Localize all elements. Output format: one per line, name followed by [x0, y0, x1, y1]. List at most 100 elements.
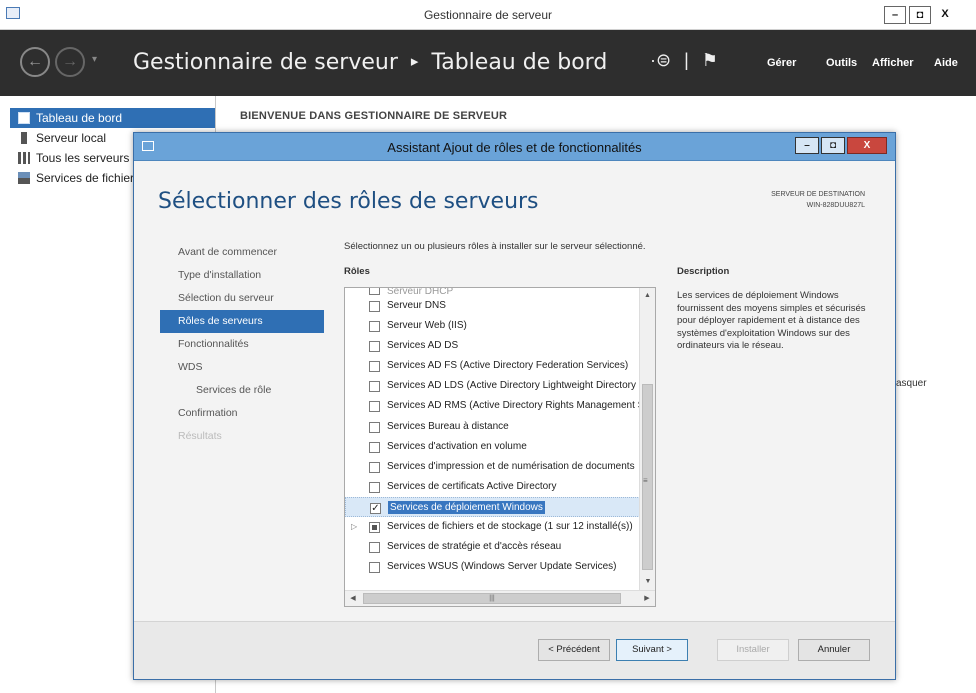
role-item[interactable]: Serveur DNS: [345, 296, 640, 316]
window-title: Gestionnaire de serveur: [423, 8, 553, 22]
wizard-heading: Sélectionner des rôles de serveurs: [158, 189, 539, 214]
role-label: Services AD DS: [387, 340, 459, 352]
role-checkbox[interactable]: [369, 288, 380, 295]
role-item[interactable]: Services de stratégie et d'accès réseau: [345, 537, 640, 557]
destination-server: SERVEUR DE DESTINATION WIN-828DUU827L: [771, 189, 865, 211]
scroll-grip-icon: ≡: [643, 476, 648, 485]
expand-arrow-icon[interactable]: ▷: [351, 517, 357, 537]
role-item[interactable]: Services AD RMS (Active Directory Rights…: [345, 396, 640, 416]
sidebar-item-dashboard[interactable]: Tableau de bord: [10, 108, 215, 128]
hide-link[interactable]: asquer: [896, 378, 927, 389]
wizard-title: Assistant Ajout de rôles et de fonctionn…: [387, 140, 642, 155]
role-checkbox-checked[interactable]: ✓: [370, 502, 381, 514]
step-wds[interactable]: WDS: [160, 356, 324, 379]
step-features[interactable]: Fonctionnalités: [160, 333, 324, 356]
role-item[interactable]: Services d'impression et de numérisation…: [345, 457, 640, 477]
scroll-left-arrow-icon[interactable]: ◀: [345, 591, 361, 607]
role-label: Serveur DNS: [387, 300, 446, 311]
destination-server-name: WIN-828DUU827L: [806, 202, 865, 209]
horizontal-scrollbar[interactable]: ◀ ||| ▶: [345, 590, 655, 606]
role-label: Services WSUS (Windows Server Update Ser…: [387, 561, 617, 573]
next-button[interactable]: Suivant >: [616, 639, 688, 661]
role-label: Services AD RMS (Active Directory Rights…: [387, 400, 640, 412]
menu-manage[interactable]: Gérer: [767, 57, 796, 69]
sidebar-item-label: Serveur local: [36, 131, 107, 145]
role-item[interactable]: Services d'activation en volume: [345, 437, 640, 457]
cancel-button[interactable]: Annuler: [798, 639, 870, 661]
sidebar-item-label: Services de fichiers: [36, 171, 141, 185]
description-text: Les services de déploiement Windows four…: [677, 290, 866, 351]
role-item[interactable]: Serveur Web (IIS): [345, 316, 640, 336]
welcome-title: BIENVENUE DANS GESTIONNAIRE DE SERVEUR: [240, 110, 508, 122]
minimize-button[interactable]: –: [884, 6, 906, 24]
wizard-maximize-button[interactable]: ◘: [821, 137, 845, 154]
role-checkbox[interactable]: [369, 461, 380, 473]
breadcrumb-root[interactable]: Gestionnaire de serveur: [133, 50, 398, 75]
role-item[interactable]: Services AD LDS (Active Directory Lightw…: [345, 376, 640, 396]
role-label: Services de fichiers et de stockage (1 s…: [387, 521, 633, 533]
role-label: Services d'activation en volume: [387, 440, 527, 452]
step-confirmation[interactable]: Confirmation: [160, 402, 324, 425]
maximize-button[interactable]: ◘: [909, 6, 931, 24]
role-checkbox-indeterminate[interactable]: [369, 522, 380, 534]
app-header: ← → ▾ Gestionnaire de serveur ▸ Tableau …: [0, 30, 976, 96]
role-item[interactable]: Services AD FS (Active Directory Federat…: [345, 356, 640, 376]
step-installation-type[interactable]: Type d'installation: [160, 264, 324, 287]
role-label: Services AD FS (Active Directory Federat…: [387, 360, 629, 372]
menu-help[interactable]: Aide: [934, 57, 958, 69]
destination-label: SERVEUR DE DESTINATION: [771, 191, 865, 198]
step-before-you-begin[interactable]: Avant de commencer: [160, 241, 324, 264]
role-label: Services d'impression et de numérisation…: [387, 460, 635, 472]
wizard-close-button[interactable]: X: [847, 137, 887, 154]
back-button[interactable]: ←: [20, 47, 50, 77]
role-checkbox[interactable]: [369, 361, 380, 373]
wizard-titlebar: Assistant Ajout de rôles et de fonctionn…: [134, 133, 895, 161]
role-checkbox[interactable]: [369, 321, 380, 333]
scroll-up-arrow-icon[interactable]: ▲: [640, 288, 655, 304]
refresh-dropdown-icon[interactable]: ·⊜: [650, 50, 671, 70]
roles-instruction: Sélectionnez un ou plusieurs rôles à ins…: [344, 241, 646, 252]
previous-button[interactable]: < Précédent: [538, 639, 610, 661]
role-item[interactable]: Services WSUS (Windows Server Update Ser…: [345, 557, 640, 577]
wizard-window-controls: – ◘ X: [795, 137, 887, 154]
role-label: Serveur DHCP: [387, 288, 454, 296]
forward-button[interactable]: →: [55, 47, 85, 77]
close-button[interactable]: X: [934, 6, 956, 24]
menu-tools[interactable]: Outils: [826, 57, 857, 69]
add-roles-wizard-dialog: Assistant Ajout de rôles et de fonctionn…: [133, 132, 896, 680]
server-icon: [21, 132, 27, 144]
scroll-right-arrow-icon[interactable]: ▶: [639, 591, 655, 607]
role-checkbox[interactable]: [369, 542, 380, 554]
role-label: Services de certificats Active Directory: [387, 480, 557, 492]
role-item-selected[interactable]: ✓ Services de déploiement Windows: [345, 496, 640, 518]
role-checkbox[interactable]: [369, 341, 380, 353]
step-server-roles[interactable]: Rôles de serveurs: [160, 310, 324, 333]
role-item[interactable]: Services AD DS: [345, 336, 640, 356]
vertical-scrollbar[interactable]: ▲ ≡ ▼: [639, 288, 655, 590]
role-checkbox[interactable]: [369, 421, 380, 433]
role-checkbox[interactable]: [369, 481, 380, 493]
scroll-down-arrow-icon[interactable]: ▼: [640, 574, 656, 590]
wizard-minimize-button[interactable]: –: [795, 137, 819, 154]
description-header: Description: [677, 266, 730, 277]
menu-view[interactable]: Afficher: [872, 57, 914, 69]
role-label: Services de déploiement Windows: [388, 500, 545, 514]
role-item[interactable]: Services de certificats Active Directory: [345, 477, 640, 497]
role-checkbox[interactable]: [369, 381, 380, 393]
role-checkbox[interactable]: [369, 301, 380, 312]
role-checkbox[interactable]: [369, 562, 380, 574]
divider-icon: |: [684, 50, 689, 70]
notifications-flag-icon[interactable]: ⚑: [702, 50, 718, 70]
history-dropdown-icon[interactable]: ▾: [92, 54, 97, 65]
horizontal-scroll-thumb[interactable]: |||: [363, 593, 621, 604]
role-item[interactable]: Services Bureau à distance: [345, 417, 640, 437]
roles-tree[interactable]: Serveur DHCP Serveur DNS Serveur Web (II…: [344, 287, 656, 607]
sidebar-item-label: Tous les serveurs: [36, 151, 130, 165]
role-item[interactable]: ▷ Services de fichiers et de stockage (1…: [345, 517, 640, 537]
role-checkbox[interactable]: [369, 441, 380, 453]
step-role-services[interactable]: Services de rôle: [160, 379, 324, 402]
role-checkbox[interactable]: [369, 401, 380, 413]
breadcrumb-current: Tableau de bord: [431, 50, 608, 75]
step-server-selection[interactable]: Sélection du serveur: [160, 287, 324, 310]
role-item[interactable]: Serveur DHCP: [345, 288, 640, 296]
